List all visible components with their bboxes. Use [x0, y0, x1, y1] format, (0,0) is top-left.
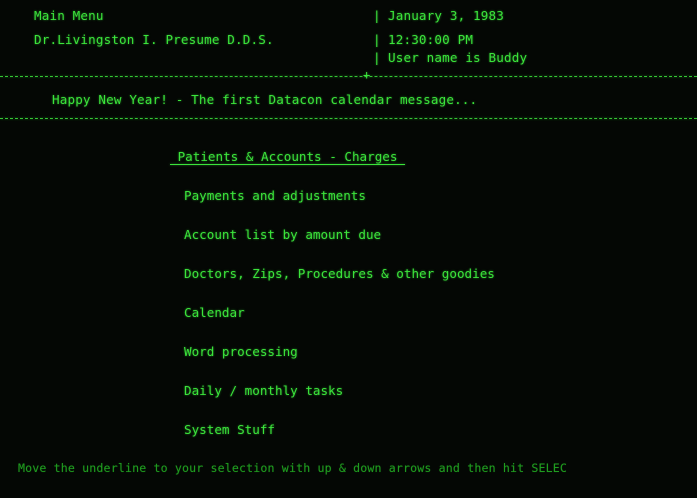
message-divider: [0, 118, 697, 119]
terminal-screen: Main Menu Dr.Livingston I. Presume D.D.S…: [0, 0, 697, 498]
screen-title: Main Menu: [34, 8, 104, 23]
current-time: 12:30:00 PM: [388, 32, 474, 47]
current-date: January 3, 1983: [388, 8, 504, 23]
header-separator: |: [373, 8, 381, 23]
menu-item-account-list[interactable]: Account list by amount due: [184, 227, 381, 243]
menu-item-payments-adjustments[interactable]: Payments and adjustments: [184, 188, 366, 204]
user-name-line: User name is Buddy: [388, 50, 528, 65]
calendar-message: Happy New Year! - The first Datacon cale…: [52, 92, 478, 107]
menu-item-daily-monthly-tasks[interactable]: Daily / monthly tasks: [184, 383, 343, 399]
menu-item-patients-accounts-charges[interactable]: Patients & Accounts - Charges: [170, 149, 405, 165]
practice-name: Dr.Livingston I. Presume D.D.S.: [34, 32, 274, 47]
menu-item-word-processing[interactable]: Word processing: [184, 344, 298, 360]
header-divider: [0, 76, 697, 77]
menu-item-calendar[interactable]: Calendar: [184, 305, 245, 321]
footer-instructions: Move the underline to your selection wit…: [18, 461, 568, 475]
divider-junction: +: [363, 68, 371, 82]
menu-item-doctors-zips-procedures[interactable]: Doctors, Zips, Procedures & other goodie…: [184, 266, 495, 282]
header-separator: |: [373, 50, 381, 65]
header-separator: |: [373, 32, 381, 47]
menu-item-system-stuff[interactable]: System Stuff: [184, 422, 275, 438]
